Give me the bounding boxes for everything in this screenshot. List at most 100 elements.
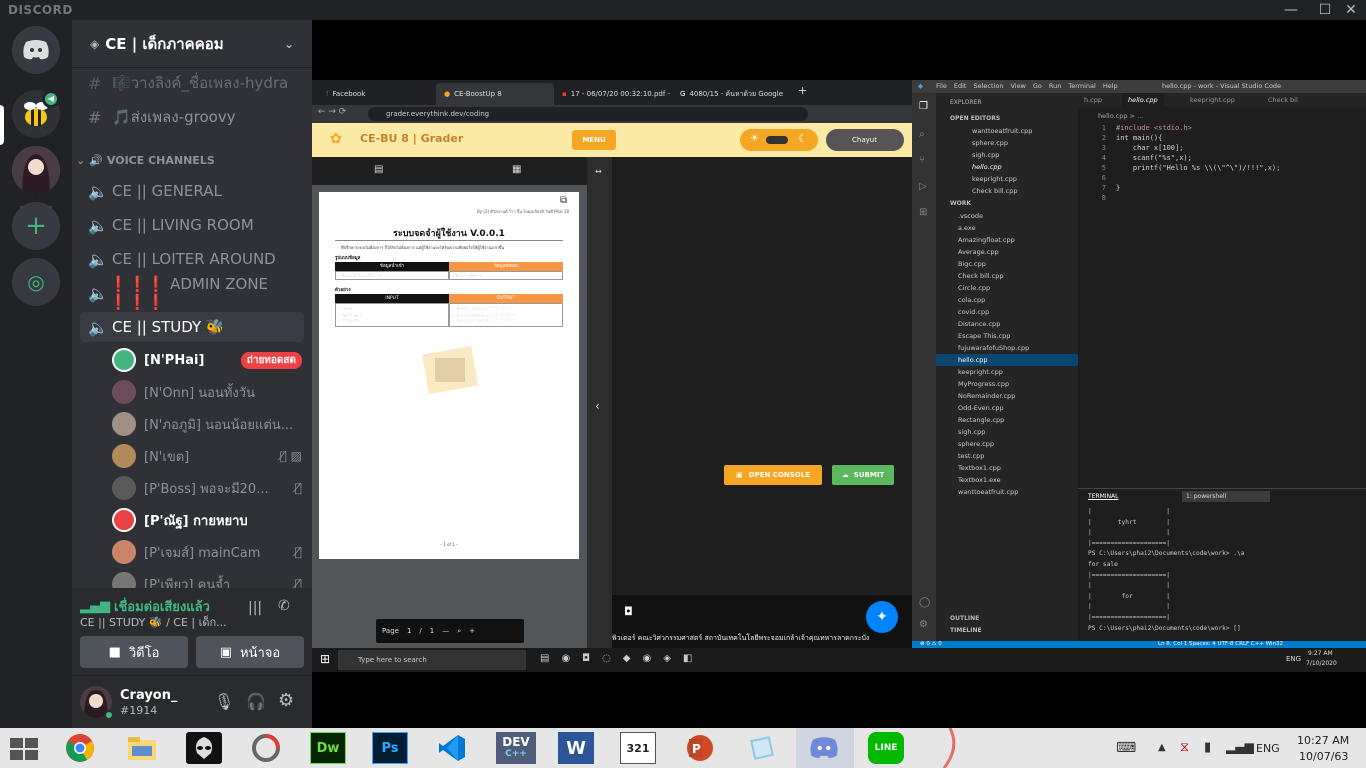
text-channel-groovy[interactable]: # 🎵 ส่งเพลง-groovy (80, 102, 304, 132)
dreamweaver-icon[interactable]: Dw (310, 732, 346, 764)
acrobat-icon[interactable]: ⧖ (1180, 740, 1189, 755)
file-tree-item[interactable]: Check bill.cpp (936, 270, 1078, 282)
outline-label[interactable]: OUTLINE (950, 615, 979, 622)
menu-view[interactable]: View (1010, 80, 1025, 93)
page-number-input[interactable]: 1 (407, 627, 411, 635)
voice-user[interactable]: [P'เจมส์] mainCam 🎙̸ (112, 537, 302, 567)
server-avatar-icon[interactable] (12, 146, 60, 194)
disconnect-icon[interactable]: ✆ (278, 598, 290, 614)
search-icon[interactable]: ⌕ (919, 129, 925, 140)
editor-tab-active[interactable]: hello.cpp (1122, 93, 1164, 107)
open-editor-item[interactable]: wanttoeatfruit.cpp (972, 125, 1032, 137)
new-tab-icon[interactable]: + (798, 84, 807, 97)
tab-google[interactable]: G 4080/15 - ค้นหาด้วย Google (672, 83, 790, 105)
file-tree-item[interactable]: sigh.cpp (936, 426, 1078, 438)
open-editor-item[interactable]: sigh.cpp (972, 149, 999, 161)
chevron-up-icon[interactable]: ▲ (1158, 742, 1166, 753)
terminal-select[interactable]: 1: powershell (1182, 491, 1270, 502)
settings-gear-icon[interactable]: ⚙ (919, 619, 928, 630)
voice-channel-living-room[interactable]: 🔈 CE || LIVING ROOM (80, 210, 304, 240)
input-language[interactable]: ENG (1256, 742, 1280, 755)
file-tree-item[interactable]: Distance.cpp (936, 318, 1078, 330)
file-tree-item[interactable]: hello.cpp (936, 354, 1078, 366)
settings-gear-icon[interactable]: ⚙ (278, 690, 294, 711)
add-server-icon[interactable]: + (12, 202, 60, 250)
file-tree-item[interactable]: Escape This.cpp (936, 330, 1078, 342)
file-tree-item[interactable]: MyProgress.cpp (936, 378, 1078, 390)
devcpp-icon[interactable]: DEV C++ (496, 732, 536, 764)
open-console-button[interactable]: ▣ OPEN CONSOLE (724, 465, 822, 485)
file-tree-item[interactable]: a.exe (936, 222, 1078, 234)
file-tree-item[interactable]: cola.cpp (936, 294, 1078, 306)
back-icon[interactable]: ← → ⟳ (318, 107, 346, 117)
collapse-left-icon[interactable]: ‹ (595, 399, 600, 413)
clock-time[interactable]: 10:27 AM (1297, 734, 1349, 747)
file-tree-item[interactable]: Bigc.cpp (936, 258, 1078, 270)
file-tree-item[interactable]: Rectangle.cpp (936, 414, 1078, 426)
address-bar[interactable]: grader.everythink.dev/coding (368, 107, 808, 121)
open-editor-item[interactable]: Check bill.cpp (972, 185, 1018, 197)
voice-channels-category[interactable]: ⌄ 🔊 VOICE CHANNELS (76, 154, 215, 167)
open-editors-label[interactable]: OPEN EDITORS (950, 115, 1000, 122)
voice-user[interactable]: [N'เขต] 🎙̸ ▨ (112, 441, 302, 471)
user-chip[interactable]: Chayut (826, 129, 904, 151)
expand-icon[interactable]: ↔ (595, 167, 602, 176)
voice-user[interactable]: [P'ณัฐ] กายหยาบ (112, 505, 302, 535)
battery-icon[interactable]: ▮ (1204, 740, 1211, 755)
home-button[interactable] (12, 26, 60, 74)
voice-user[interactable]: [N'ภอภูมิ] นอนน้อยแต่น... (112, 409, 302, 439)
menu-file[interactable]: File (936, 80, 947, 93)
run-icon[interactable]: ▷ (919, 181, 927, 192)
voice-channel-loiter-around[interactable]: 🔈 CE || LOITER AROUND (80, 244, 304, 274)
open-editor-item[interactable]: sphere.cpp (972, 137, 1008, 149)
menu-terminal[interactable]: Terminal (1068, 80, 1095, 93)
open-external-icon[interactable]: ⧉ (560, 195, 567, 206)
media-321-icon[interactable]: 321 (620, 732, 656, 764)
terminal-tab[interactable]: TERMINAL (1088, 493, 1119, 500)
close-icon[interactable]: ✕ (1336, 1, 1366, 19)
file-tree-item[interactable]: Amazingfloat.cpp (936, 234, 1078, 246)
keyboard-icon[interactable]: ⌨ (1116, 740, 1136, 756)
voice-user[interactable]: [N'PHai] ถ่ายทอดสด (112, 345, 302, 375)
clock-date[interactable]: 10/07/63 (1299, 750, 1348, 763)
tab-ceboostup[interactable]: ● CE-BoostUp 8 (436, 83, 554, 105)
extensions-icon[interactable]: ⊞ (919, 207, 927, 218)
windows-start-icon[interactable] (10, 738, 38, 760)
powerpoint-icon[interactable]: P (682, 732, 718, 764)
clipboard-icon[interactable]: ▦ (512, 164, 521, 175)
file-tree-item[interactable]: NoRemainder.cpp (936, 390, 1078, 402)
menu-edit[interactable]: Edit (954, 80, 967, 93)
status-problems[interactable]: ⊗ 0 ⚠ 0 (920, 641, 942, 648)
tab-facebook[interactable]: f Facebook (318, 83, 436, 105)
editor-tab[interactable]: Check bil (1268, 96, 1298, 104)
voice-user[interactable]: [N'Onn] นอนทั้งวัน (112, 377, 302, 407)
explore-compass-icon[interactable]: ◎ (12, 258, 60, 306)
alienware-icon[interactable] (186, 732, 222, 764)
headphones-icon[interactable]: 🎧 (246, 692, 266, 711)
editor-tab[interactable]: h.cpp (1084, 96, 1102, 104)
microphone-icon[interactable]: 🎙 (214, 692, 234, 711)
work-folder-label[interactable]: WORK (950, 200, 971, 207)
server-header[interactable]: ◈ CE | เด็กภาคคอม ⌄ (72, 20, 312, 68)
voice-location[interactable]: CE || STUDY 🐝 / CE | เด็ก... (80, 613, 227, 631)
menu-run[interactable]: Run (1049, 80, 1061, 93)
file-tree-item[interactable]: fujuwarafofuShop.cpp (936, 342, 1078, 354)
breadcrumb[interactable]: hello.cpp > ... (1098, 112, 1143, 120)
timeline-label[interactable]: TIMELINE (950, 627, 982, 634)
zoom-search-icon[interactable]: ⌕ (457, 627, 461, 636)
voice-channel-general[interactable]: 🔈 CE || GENERAL (80, 176, 304, 206)
photoshop-icon[interactable]: Ps (372, 732, 408, 764)
vscode-icon[interactable] (434, 732, 470, 764)
file-tree-item[interactable]: test.cpp (936, 450, 1078, 462)
discord-icon[interactable] (806, 732, 842, 764)
chrome-icon[interactable] (62, 732, 98, 764)
menu-selection[interactable]: Selection (973, 80, 1003, 93)
noise-suppression-icon[interactable]: ||| (248, 600, 262, 616)
open-editor-item[interactable]: keepright.cpp (972, 173, 1017, 185)
submit-button[interactable]: ☁ SUBMIT (832, 465, 894, 485)
voice-user[interactable]: [P'Boss] พอจะมี20... 🎙̸ (112, 473, 302, 503)
source-control-icon[interactable]: ⑂ (919, 155, 925, 166)
file-tree-item[interactable]: Average.cpp (936, 246, 1078, 258)
files-icon[interactable]: ❐ (919, 101, 928, 112)
voice-channel-study[interactable]: 🔈 CE || STUDY 🐝 (80, 312, 304, 342)
